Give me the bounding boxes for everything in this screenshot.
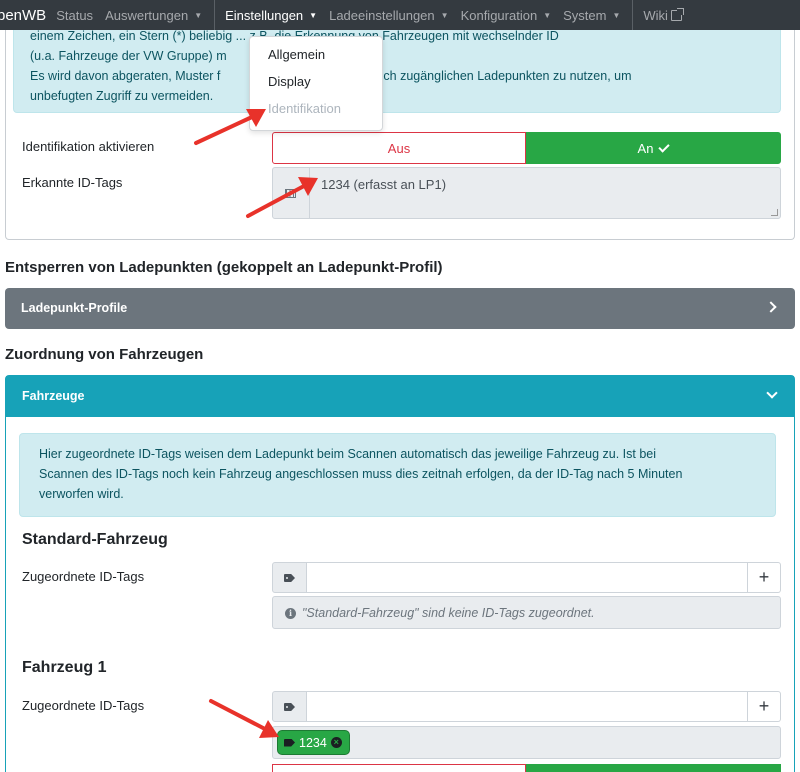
- annotation-arrow-icon: [209, 699, 279, 738]
- nav-status-label: Status: [56, 7, 94, 23]
- alert-line: Scannen des ID-Tags noch kein Fahrzeug a…: [39, 467, 683, 481]
- plus-icon: +: [758, 696, 770, 716]
- detected-tags-label: Erkannte ID-Tags: [22, 175, 123, 190]
- detected-tags-value: 1234 (erfasst an LP1): [321, 177, 447, 192]
- vehicle1-add-tag-button[interactable]: +: [748, 691, 781, 722]
- alert-line: unbefugten Zugriff zu vermeiden.: [30, 89, 214, 103]
- nav-divider: [632, 0, 634, 30]
- alert-line: verworfen wird.: [39, 487, 124, 501]
- caret-down-icon: ▼: [440, 10, 449, 20]
- detected-tags-textarea[interactable]: 1234 (erfasst an LP1): [272, 167, 781, 219]
- toggle-on-label: An: [637, 140, 654, 156]
- resize-handle-icon[interactable]: [771, 209, 778, 216]
- annotation-arrow-icon: [246, 177, 318, 218]
- standard-tags-input-group: +: [272, 562, 781, 593]
- alert-line-text: Es wird davon abgeraten, Muster f: [30, 69, 221, 83]
- nav-system-label: System: [563, 7, 607, 23]
- ladepunkt-profile-collapse[interactable]: Ladepunkt-Profile: [5, 288, 795, 329]
- top-navbar: penWB Status Auswertungen ▼ Einstellungen…: [0, 0, 800, 30]
- tag-icon: [284, 574, 295, 582]
- vehicles-card-header[interactable]: Fahrzeuge: [6, 376, 794, 417]
- chevron-right-icon: [765, 301, 777, 313]
- nav-divider: [214, 0, 216, 30]
- menu-item-allgemein[interactable]: Allgemein: [250, 43, 382, 70]
- vehicle1-title: Fahrzeug 1: [22, 659, 107, 676]
- brand-logo[interactable]: penWB: [0, 7, 46, 24]
- standard-tags-info: i "Standard-Fahrzeug" sind keine ID-Tags…: [272, 596, 781, 629]
- toggle-on-partial[interactable]: [526, 764, 781, 772]
- nav-einstellungen-label: Einstellungen: [225, 7, 304, 23]
- card-header-label: Fahrzeuge: [22, 389, 85, 403]
- standard-tags-label: Zugeordnete ID-Tags: [22, 569, 145, 584]
- external-link-icon: [670, 7, 684, 21]
- standard-tags-info-text: "Standard-Fahrzeug" sind keine ID-Tags z…: [302, 606, 595, 620]
- chevron-down-icon: [766, 387, 778, 399]
- caret-down-icon: ▼: [309, 10, 318, 20]
- nav-einstellungen[interactable]: Einstellungen ▼: [225, 8, 317, 23]
- nav-wiki[interactable]: Wiki: [643, 7, 684, 23]
- toggle-off-partial[interactable]: [272, 764, 526, 772]
- toggle-on-button[interactable]: An: [526, 132, 781, 164]
- nav-ladeeinstellungen-label: Ladeeinstellungen: [329, 7, 435, 23]
- nav-status[interactable]: Status: [56, 8, 93, 23]
- remove-tag-icon[interactable]: ×: [330, 737, 342, 748]
- unlock-section-title: Entsperren von Ladepunkten (gekoppelt an…: [5, 259, 443, 276]
- standard-vehicle-title: Standard-Fahrzeug: [22, 531, 168, 548]
- alert-line: (u.a. Fahrzeuge der VW Gruppe) m: [30, 46, 227, 66]
- tag-icon: [284, 738, 295, 747]
- nav-auswertungen[interactable]: Auswertungen ▼: [105, 8, 202, 23]
- tag-badge-label: 1234: [299, 735, 327, 750]
- nav-system[interactable]: System ▼: [563, 8, 620, 23]
- alert-line: Hier zugeordnete ID-Tags weisen dem Lade…: [39, 447, 657, 461]
- annotation-arrow-icon: [194, 109, 266, 145]
- menu-item-display[interactable]: Display: [250, 70, 382, 97]
- vehicle1-tags-label: Zugeordnete ID-Tags: [22, 698, 145, 713]
- nav-wiki-label: Wiki: [643, 7, 668, 23]
- nav-edge: [790, 8, 800, 22]
- nav-konfiguration[interactable]: Konfiguration ▼: [461, 8, 552, 23]
- identification-toggle: Aus An: [272, 132, 781, 164]
- alert-line-text: (u.a. Fahrzeuge der VW Gruppe) m: [30, 49, 227, 63]
- toggle-off-label: Aus: [387, 140, 411, 156]
- standard-add-tag-button[interactable]: +: [748, 562, 781, 593]
- check-icon: [658, 140, 671, 153]
- caret-down-icon: ▼: [194, 10, 203, 20]
- vehicle1-tags-input-group: +: [272, 691, 781, 722]
- standard-tags-input[interactable]: [307, 562, 748, 593]
- caret-down-icon: ▼: [543, 10, 552, 20]
- nav-konfiguration-label: Konfiguration: [460, 7, 538, 23]
- tag-icon: [284, 703, 295, 711]
- nav-ladeeinstellungen[interactable]: Ladeeinstellungen ▼: [329, 8, 448, 23]
- vehicle1-tags-input[interactable]: [307, 691, 748, 722]
- collapse-label: Ladepunkt-Profile: [21, 301, 128, 315]
- identification-label: Identifikation aktivieren: [22, 139, 155, 154]
- nav-auswertungen-label: Auswertungen: [105, 7, 189, 23]
- vehicles-alert: Hier zugeordnete ID-Tags weisen dem Lade…: [19, 433, 776, 517]
- vehicle1-tag-badge[interactable]: 1234 ×: [278, 731, 349, 754]
- toggle-off-button[interactable]: Aus: [272, 132, 526, 164]
- caret-down-icon: ▼: [612, 10, 621, 20]
- vehicle1-toggle-partial[interactable]: [272, 764, 781, 772]
- vehicle-section-title: Zuordnung von Fahrzeugen: [5, 346, 204, 363]
- input-prepend: [272, 562, 307, 593]
- plus-icon: +: [758, 567, 770, 587]
- info-icon: i: [285, 608, 296, 619]
